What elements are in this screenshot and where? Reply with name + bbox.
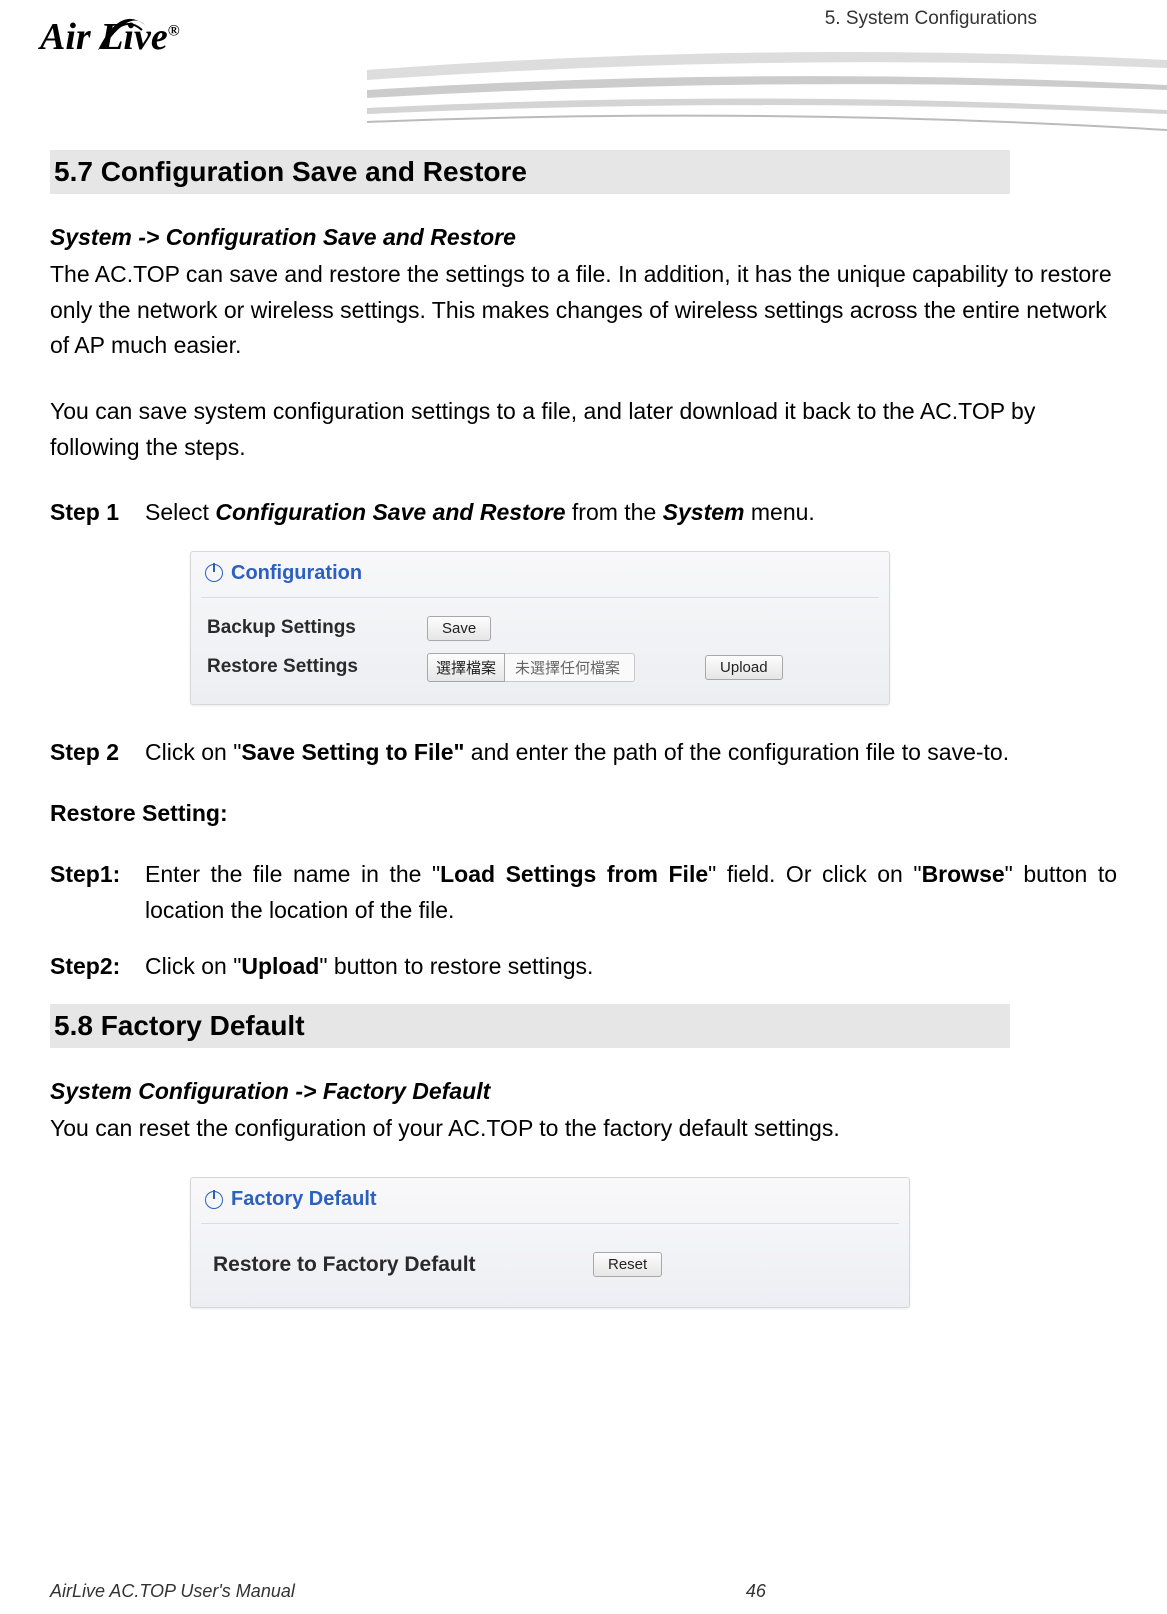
emphasis: Browse — [922, 861, 1005, 887]
footer-page-number: 46 — [646, 1581, 766, 1602]
configuration-panel: Configuration Backup Settings Save Resto… — [190, 551, 890, 705]
restore-factory-label: Restore to Factory Default — [213, 1253, 593, 1277]
registered-mark: ® — [168, 22, 180, 39]
text: " field. Or click on " — [708, 861, 921, 887]
step-label: Step 1 — [50, 495, 145, 531]
footer-manual-title: AirLive AC.TOP User's Manual — [50, 1581, 295, 1602]
power-icon — [205, 1191, 223, 1209]
text: " button to restore settings. — [319, 953, 593, 979]
backup-row: Backup Settings Save — [207, 616, 873, 641]
restore-row: Restore Settings 選擇檔案 未選擇任何檔案 Upload — [207, 653, 873, 682]
logo-text: Air Live — [40, 16, 168, 58]
para-5-8: You can reset the configuration of your … — [50, 1111, 1117, 1147]
chapter-label: 5. System Configurations — [825, 8, 1037, 30]
emphasis: Configuration Save and Restore — [215, 499, 565, 525]
para-5-7-1: The AC.TOP can save and restore the sett… — [50, 257, 1117, 364]
emphasis: Save Setting to File" — [241, 739, 464, 765]
step-content: Click on "Save Setting to File" and ente… — [145, 735, 1117, 771]
page-footer: AirLive AC.TOP User's Manual 46 — [50, 1581, 1117, 1602]
breadcrumb-5-8: System Configuration -> Factory Default — [50, 1078, 1117, 1105]
step-label: Step 2 — [50, 735, 145, 771]
emphasis: Load Settings from File — [440, 861, 708, 887]
step-label: Step2: — [50, 949, 145, 985]
backup-settings-label: Backup Settings — [207, 617, 427, 639]
power-icon — [205, 564, 223, 582]
browse-button[interactable]: 選擇檔案 — [427, 653, 505, 682]
step-2: Step 2 Click on "Save Setting to File" a… — [50, 735, 1117, 771]
text: Enter the file name in the " — [145, 861, 440, 887]
file-status-text: 未選擇任何檔案 — [505, 653, 635, 682]
colon: : — [113, 953, 121, 979]
upload-button[interactable]: Upload — [705, 655, 783, 680]
text: and enter the path of the configuration … — [464, 739, 1009, 765]
text: Click on " — [145, 739, 241, 765]
factory-default-panel: Factory Default Restore to Factory Defau… — [190, 1177, 910, 1308]
label-text: Step1 — [50, 861, 113, 887]
reset-row: Restore to Factory Default Reset — [213, 1252, 887, 1277]
restore-step-1: Step1: Enter the file name in the "Load … — [50, 857, 1117, 928]
emphasis: System — [663, 499, 745, 525]
breadcrumb-5-7: System -> Configuration Save and Restore — [50, 224, 1117, 251]
reset-button[interactable]: Reset — [593, 1252, 662, 1277]
panel-title-text: Configuration — [231, 562, 362, 585]
section-heading-5-7: 5.7 Configuration Save and Restore — [50, 150, 1010, 194]
step-label: Step1: — [50, 857, 145, 928]
panel-title: Factory Default — [191, 1178, 909, 1219]
step-content: Select Configuration Save and Restore fr… — [145, 495, 1117, 531]
label-text: Step2 — [50, 953, 113, 979]
restore-step-2: Step2: Click on "Upload" button to resto… — [50, 949, 1117, 985]
para-5-7-2: You can save system configuration settin… — [50, 394, 1117, 465]
emphasis: Upload — [241, 953, 319, 979]
colon: : — [113, 861, 121, 887]
save-button[interactable]: Save — [427, 616, 491, 641]
text: menu. — [744, 499, 814, 525]
page-header: 5. System Configurations Air Live® — [50, 0, 1117, 140]
step-content: Enter the file name in the "Load Setting… — [145, 857, 1117, 928]
step-1: Step 1 Select Configuration Save and Res… — [50, 495, 1117, 531]
panel-title: Configuration — [191, 552, 889, 593]
panel-title-text: Factory Default — [231, 1188, 377, 1211]
text: Click on " — [145, 953, 241, 979]
text: Select — [145, 499, 215, 525]
text: from the — [566, 499, 663, 525]
brand-logo: Air Live® — [40, 15, 180, 59]
restore-settings-label: Restore Settings — [207, 656, 427, 678]
file-chooser[interactable]: 選擇檔案 未選擇任何檔案 — [427, 653, 635, 682]
section-heading-5-8: 5.8 Factory Default — [50, 1004, 1010, 1048]
step-content: Click on "Upload" button to restore sett… — [145, 949, 1117, 985]
restore-setting-heading: Restore Setting: — [50, 800, 1117, 827]
decorative-swoosh — [367, 40, 1167, 150]
